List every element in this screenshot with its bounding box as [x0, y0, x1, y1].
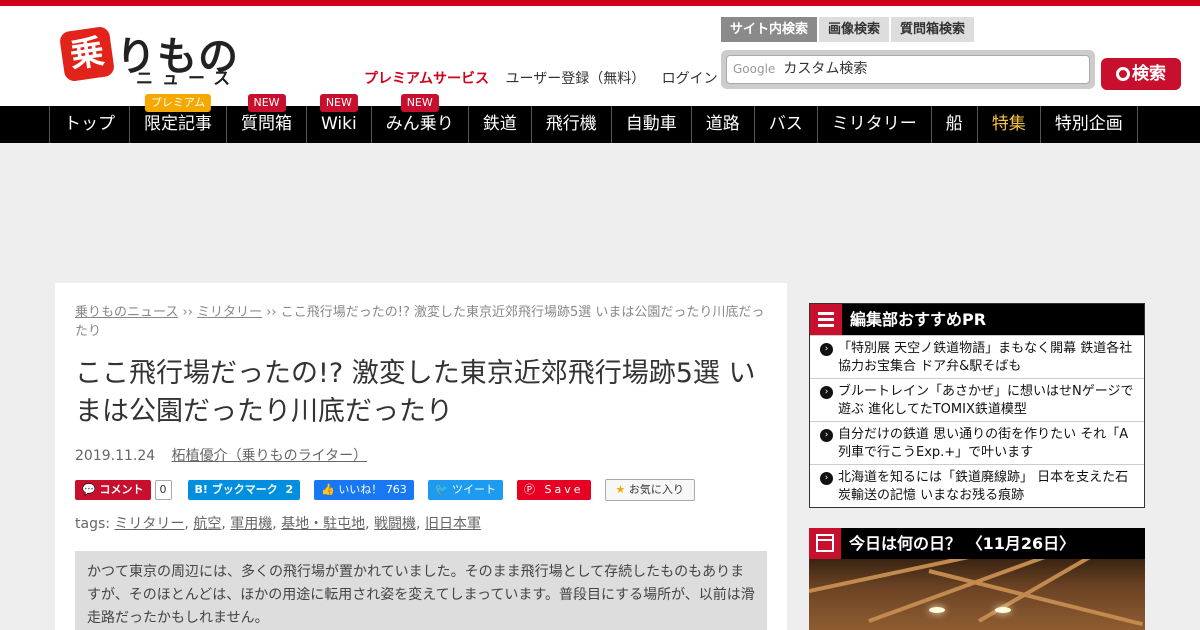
list-icon: [810, 304, 842, 335]
header-links: プレミアムサービス ユーザー登録（無料） ログイン: [364, 68, 730, 88]
nav-item-minnori[interactable]: NEW みん乗り: [372, 94, 469, 143]
logo-subtext: ニュース: [136, 69, 240, 89]
pinterest-save-button[interactable]: Ⓟ Save: [517, 480, 591, 500]
pr-box: 編集部おすすめPR › 「特別展 天空ノ鉄道物語」まもなく開幕 鉄道各社協力お宝集…: [809, 303, 1145, 508]
breadcrumb: 乗りものニュース ›› ミリタリー ›› ここ飛行場だったの!? 激変した東京近…: [75, 303, 767, 341]
hatena-bookmark-button[interactable]: B! ブックマーク 2: [187, 480, 301, 500]
twitter-icon: 🐦: [434, 483, 449, 496]
search-container: Google カスタム検索: [721, 50, 1095, 89]
article-date: 2019.11.24: [75, 448, 156, 464]
search-button[interactable]: 検索: [1101, 58, 1181, 90]
pr-item[interactable]: › 北海道を知るには「鉄道廃線跡」 日本を支えた石炭輸送の記憶 いまなお残る痕跡: [810, 464, 1144, 507]
premium-badge: プレミアム: [144, 94, 212, 112]
pr-item[interactable]: › 自分だけの鉄道 思い通りの街を作りたい それ「A列車で行こうExp.+」で叶い…: [810, 421, 1144, 464]
tag-link[interactable]: 戦闘機: [374, 516, 416, 532]
pr-title: 編集部おすすめPR: [850, 310, 987, 329]
login-link[interactable]: ログイン: [662, 71, 718, 87]
nav-item-questions[interactable]: NEW 質問箱: [227, 94, 307, 143]
chevron-right-icon: ›: [820, 472, 833, 485]
chevron-right-icon: ›: [820, 343, 833, 356]
main-nav: トップ プレミアム 限定記事 NEW 質問箱 NEW Wiki NEW みん乗り 鉄道 …: [0, 94, 1200, 143]
star-icon: ★: [615, 483, 626, 496]
search-tabs: サイト内検索 画像検索 質問箱検索: [721, 17, 976, 42]
tab-site-search[interactable]: サイト内検索: [721, 17, 818, 42]
nav-item-wiki[interactable]: NEW Wiki: [307, 94, 372, 143]
article-lead: かつて東京の周辺には、多くの飛行場が置かれていました。そのまま飛行場として存続し…: [75, 551, 767, 630]
article-title: ここ飛行場だったの!? 激変した東京近郊飛行場跡5選 いまは公園だったり川底だっ…: [75, 358, 756, 427]
facebook-like-button[interactable]: 👍 いいね！ 763: [314, 480, 414, 500]
author-link[interactable]: 柘植優介（乗りものライター）: [172, 448, 367, 464]
breadcrumb-separator: ››: [266, 305, 277, 320]
pr-header: 編集部おすすめPR: [810, 304, 1144, 335]
new-badge: NEW: [247, 94, 286, 112]
nav-item-aircraft[interactable]: 飛行機: [532, 106, 612, 143]
nav-item-road[interactable]: 道路: [692, 106, 755, 143]
new-badge: NEW: [319, 94, 358, 112]
tag-link[interactable]: 基地・駐屯地: [281, 516, 365, 532]
ad-space: [0, 143, 1200, 283]
article-meta: 2019.11.24 柘植優介（乗りものライター）: [75, 445, 767, 465]
today-box: 今日は何の日？ 〈11月26日〉: [809, 528, 1145, 630]
register-link[interactable]: ユーザー登録（無料）: [505, 71, 645, 87]
hatena-count: 2: [285, 483, 294, 496]
today-header: 今日は何の日？ 〈11月26日〉: [809, 528, 1145, 559]
today-title: 今日は何の日？ 〈11月26日〉: [849, 534, 1076, 553]
site-logo[interactable]: 乗 りもの ニュース: [58, 24, 238, 89]
tag-link[interactable]: 航空: [193, 516, 221, 532]
tag-link[interactable]: 軍用機: [230, 516, 272, 532]
logo-mark: 乗: [58, 25, 116, 83]
thumbs-up-icon: 👍: [321, 483, 335, 496]
tab-question-search[interactable]: 質問箱検索: [891, 17, 975, 42]
tag-link[interactable]: 旧日本軍: [425, 516, 481, 532]
pr-item[interactable]: › ブルートレイン「あさかぜ」に想いはせNゲージで遊ぶ 進化してたTOMIX鉄道模…: [810, 378, 1144, 421]
article-tags: tags: ミリタリー, 航空, 軍用機, 基地・駐屯地, 戦闘機, 旧日本軍: [75, 516, 481, 532]
facebook-count: 763: [385, 483, 407, 496]
chevron-right-icon: ›: [820, 429, 833, 442]
new-badge: NEW: [400, 94, 439, 112]
today-image[interactable]: [809, 559, 1145, 630]
comment-button[interactable]: 💬 コメント: [75, 480, 151, 500]
breadcrumb-category[interactable]: ミリタリー: [197, 305, 262, 320]
breadcrumb-separator: ››: [182, 305, 193, 320]
pr-item[interactable]: › 「特別展 天空ノ鉄道物語」まもなく開幕 鉄道各社協力お宝集合 ドア弁&駅そばも: [810, 335, 1144, 378]
nav-item-ship[interactable]: 船: [932, 106, 978, 143]
nav-item-limited[interactable]: プレミアム 限定記事: [130, 94, 227, 143]
search-placeholder: カスタム検索: [783, 61, 868, 77]
breadcrumb-home[interactable]: 乗りものニュース: [75, 305, 178, 320]
google-label: Google: [733, 62, 776, 76]
chevron-right-icon: ›: [820, 386, 833, 399]
nav-item-bus[interactable]: バス: [755, 106, 818, 143]
search-icon: [1116, 67, 1130, 81]
favorite-button[interactable]: ★ お気に入り: [604, 479, 695, 501]
breadcrumb-current: ここ飛行場だったの!? 激変した東京近郊飛行場跡5選 いまは公園だったり川底だっ…: [75, 305, 765, 339]
calendar-icon: [809, 528, 841, 559]
nav-item-car[interactable]: 自動車: [612, 106, 692, 143]
nav-item-special[interactable]: 特別企画: [1041, 106, 1138, 143]
tweet-button[interactable]: 🐦 ツイート: [427, 480, 504, 500]
nav-item-top[interactable]: トップ: [50, 106, 130, 143]
nav-item-railway[interactable]: 鉄道: [469, 106, 532, 143]
search-input[interactable]: Google カスタム検索: [726, 55, 1090, 84]
tags-label: tags:: [75, 516, 110, 532]
nav-item-feature[interactable]: 特集: [978, 106, 1041, 143]
premium-service-link[interactable]: プレミアムサービス: [364, 71, 489, 87]
tag-link[interactable]: ミリタリー: [114, 516, 184, 532]
article-main: 乗りものニュース ›› ミリタリー ›› ここ飛行場だったの!? 激変した東京近…: [55, 283, 787, 630]
site-header: 乗 りもの ニュース プレミアムサービス ユーザー登録（無料） ログイン サイト…: [0, 6, 1200, 106]
sidebar: 編集部おすすめPR › 「特別展 天空ノ鉄道物語」まもなく開幕 鉄道各社協力お宝集…: [809, 303, 1145, 508]
pinterest-icon: Ⓟ: [524, 483, 539, 496]
tab-image-search[interactable]: 画像検索: [819, 17, 890, 42]
share-buttons: 💬 コメント 0 B! ブックマーク 2 👍 いいね！ 763 🐦 ツイート Ⓟ…: [75, 479, 767, 501]
search-button-label: 検索: [1132, 64, 1166, 84]
comment-count: 0: [154, 480, 172, 500]
comment-icon: 💬: [82, 483, 96, 496]
nav-item-military[interactable]: ミリタリー: [818, 106, 932, 143]
